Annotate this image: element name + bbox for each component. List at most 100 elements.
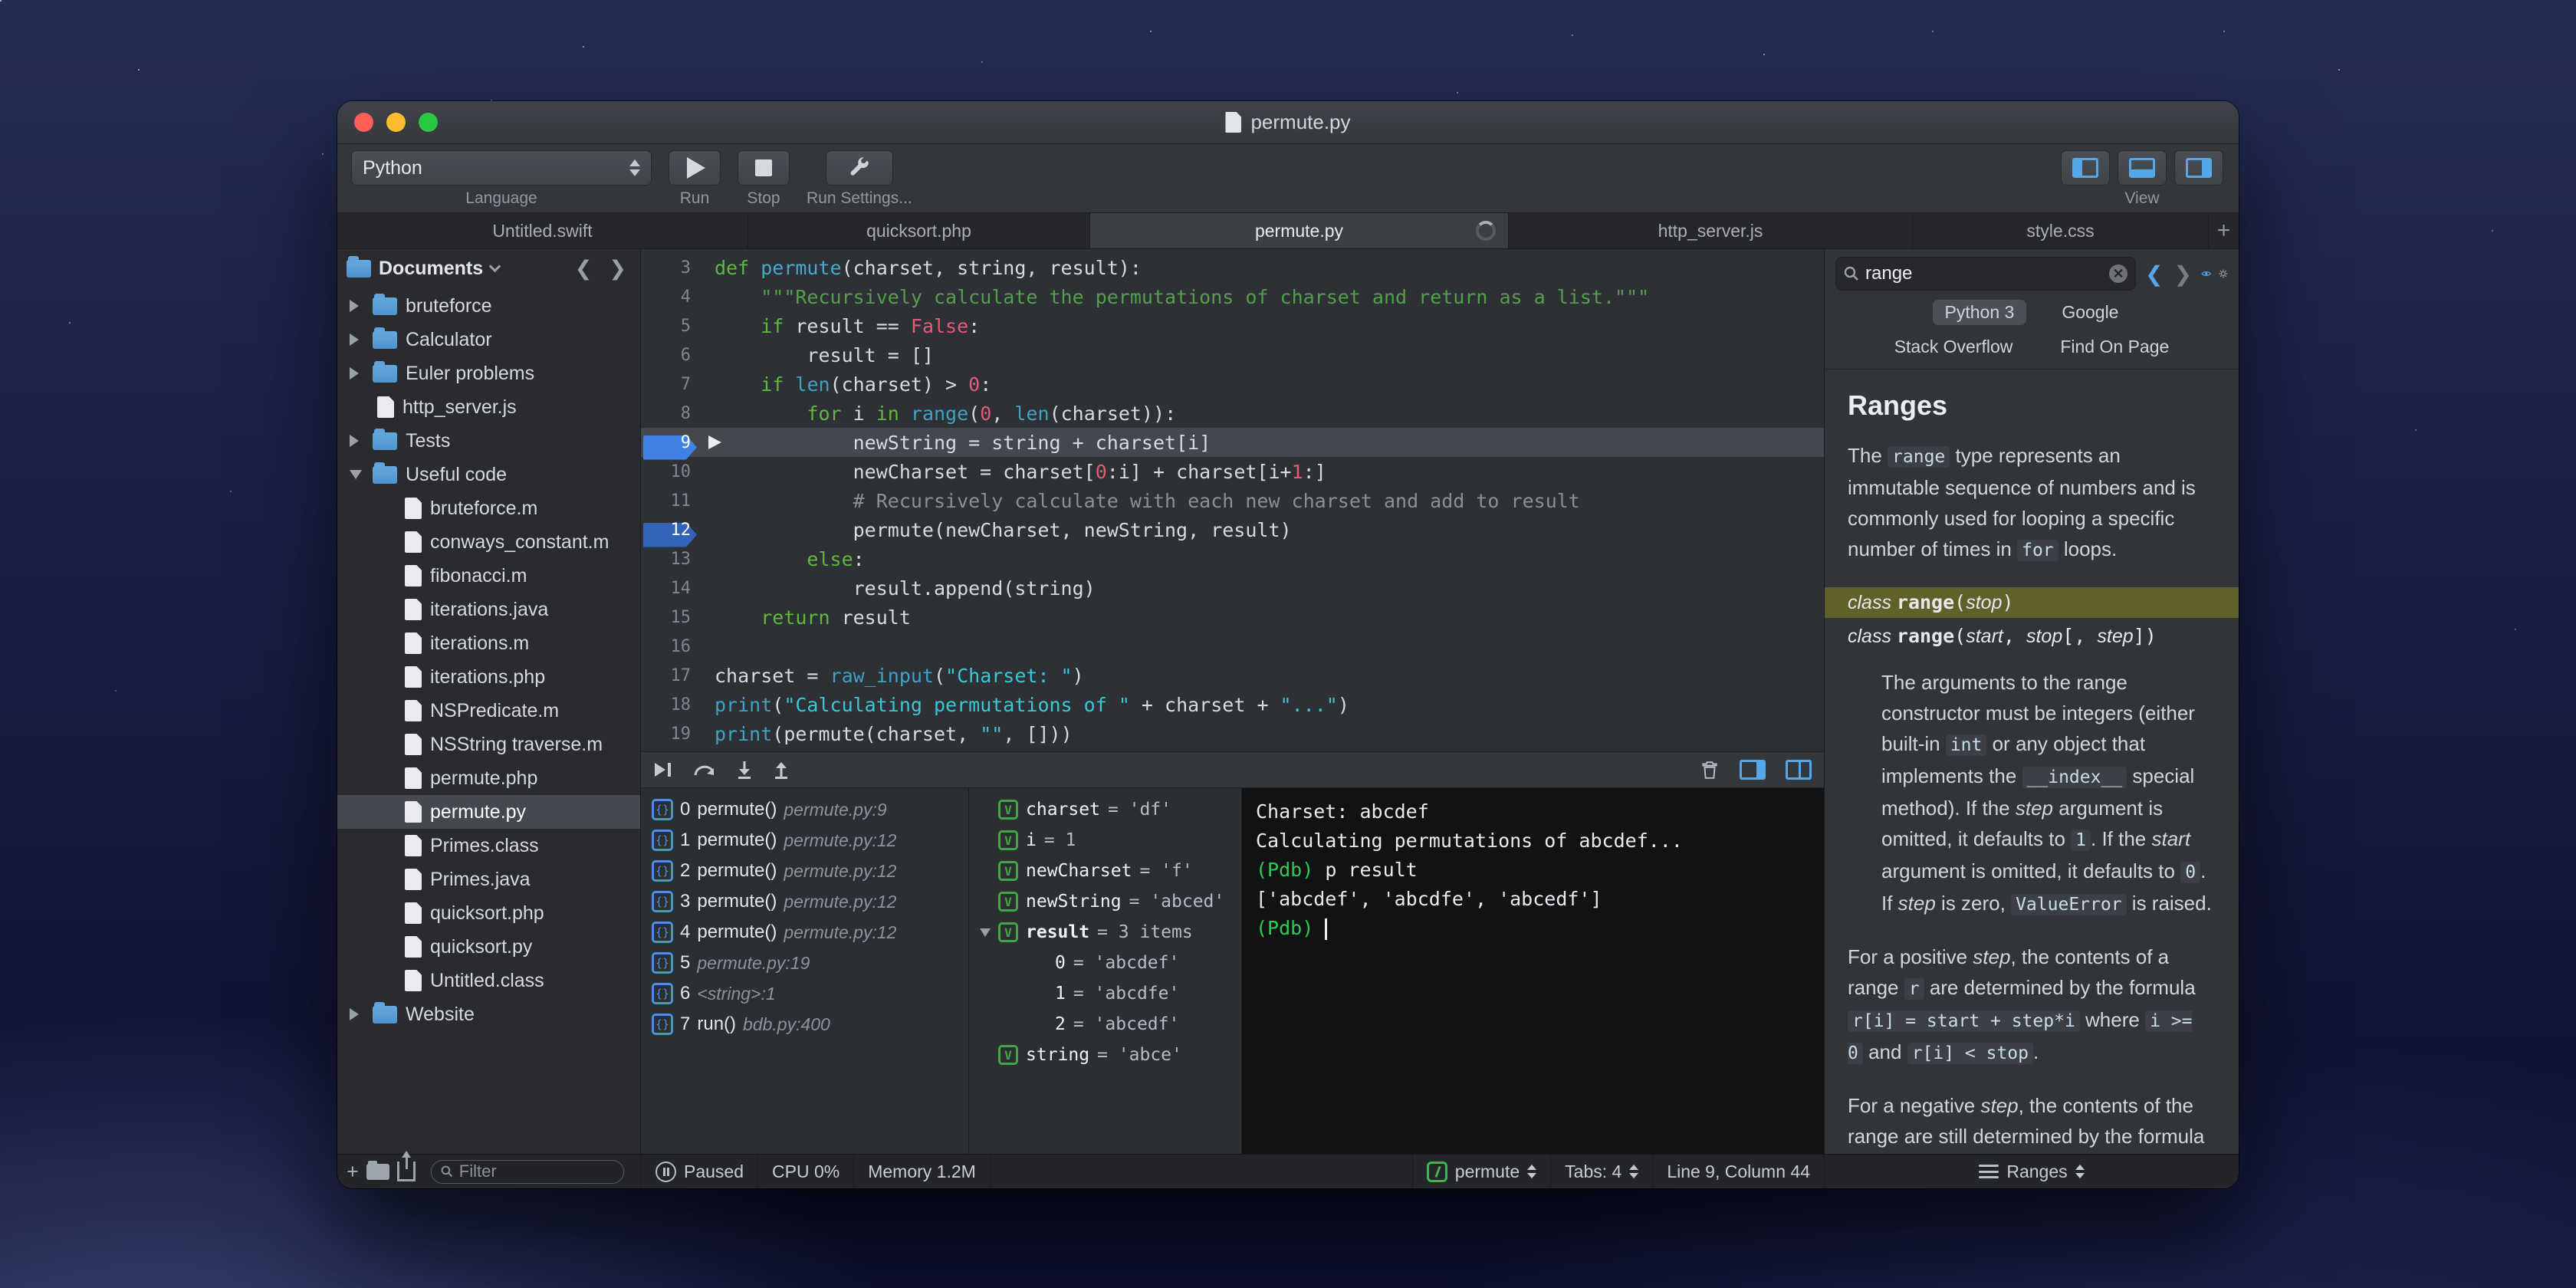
sidebar-item-quicksort.php[interactable]: quicksort.php xyxy=(337,896,640,930)
docs-back-button[interactable]: ❮ xyxy=(2144,261,2164,287)
breakpoint-badge[interactable]: 12 xyxy=(641,521,702,540)
sidebar-back-button[interactable]: ❮ xyxy=(570,257,597,281)
docs-source-Find On Page[interactable]: Find On Page xyxy=(2048,334,2181,360)
sidebar-item-Calculator[interactable]: Calculator xyxy=(337,323,640,356)
stack-frame-7[interactable]: {} 7 run() bdb.py:400 xyxy=(641,1009,968,1040)
stack-frame-4[interactable]: {} 4 permute() permute.py:12 xyxy=(641,917,968,948)
line-number[interactable]: 18 xyxy=(641,695,702,715)
variable-i[interactable]: Vi = 1 xyxy=(969,825,1241,856)
variable-0[interactable]: 0 = 'abcdef' xyxy=(969,948,1241,978)
code-line-19[interactable]: 19 print(permute(charset, "", [])) xyxy=(641,719,1824,748)
line-number[interactable]: 16 xyxy=(641,637,702,656)
step-into-button[interactable] xyxy=(736,761,753,779)
stack-frame-0[interactable]: {} 0 permute() permute.py:9 xyxy=(641,794,968,825)
sidebar-item-bruteforce[interactable]: bruteforce xyxy=(337,289,640,323)
tabs-setting-dropdown[interactable]: Tabs: 4 xyxy=(1550,1155,1652,1188)
console-output[interactable]: Charset: abcdef Calculating permutations … xyxy=(1242,788,1824,1154)
disclosure-triangle-icon[interactable] xyxy=(350,334,373,346)
code-line-10[interactable]: 10 newCharset = charset[0:i] + charset[i… xyxy=(641,457,1824,486)
code-line-16[interactable]: 16 xyxy=(641,632,1824,661)
code-line-4[interactable]: 4 """Recursively calculate the permutati… xyxy=(641,282,1824,311)
sidebar-item-Useful code[interactable]: Useful code xyxy=(337,458,640,491)
line-number[interactable]: 8 xyxy=(641,404,702,423)
tab-Untitled.swift[interactable]: Untitled.swift xyxy=(337,213,748,248)
close-button[interactable] xyxy=(354,113,373,132)
stack-frame-1[interactable]: {} 1 permute() permute.py:12 xyxy=(641,825,968,856)
tab-style.css[interactable]: style.css xyxy=(1913,213,2209,248)
console-layout-split-button[interactable] xyxy=(1786,760,1812,780)
disclosure-triangle-icon[interactable] xyxy=(350,367,373,380)
line-number[interactable]: 11 xyxy=(641,491,702,511)
sidebar-forward-button[interactable]: ❯ xyxy=(604,257,631,281)
docs-content[interactable]: Ranges The range type represents an immu… xyxy=(1825,370,2239,1154)
sidebar-item-quicksort.py[interactable]: quicksort.py xyxy=(337,930,640,964)
line-number[interactable]: 6 xyxy=(641,346,702,365)
stack-frame-5[interactable]: {} 5 permute.py:19 xyxy=(641,948,968,978)
line-number[interactable]: 19 xyxy=(641,724,702,744)
title-bar[interactable]: permute.py xyxy=(337,101,2239,144)
variable-2[interactable]: 2 = 'abcedf' xyxy=(969,1009,1241,1040)
variable-newString[interactable]: VnewString = 'abced' xyxy=(969,886,1241,917)
variable-newCharset[interactable]: VnewCharset = 'f' xyxy=(969,856,1241,886)
continue-button[interactable] xyxy=(653,761,673,778)
tab-http_server.js[interactable]: http_server.js xyxy=(1509,213,1913,248)
view-toggle-console-button[interactable] xyxy=(2118,150,2167,186)
tab-quicksort.php[interactable]: quicksort.php xyxy=(748,213,1090,248)
variable-charset[interactable]: Vcharset = 'df' xyxy=(969,794,1241,825)
run-settings-button[interactable] xyxy=(825,150,893,186)
stack-frame-6[interactable]: {} 6 <string>:1 xyxy=(641,978,968,1009)
sidebar-item-bruteforce.m[interactable]: bruteforce.m xyxy=(337,491,640,525)
docs-search-input[interactable] xyxy=(1865,263,2103,284)
sidebar-item-iterations.java[interactable]: iterations.java xyxy=(337,593,640,626)
disclosure-triangle-icon[interactable] xyxy=(350,1008,373,1020)
sidebar-item-iterations.m[interactable]: iterations.m xyxy=(337,626,640,660)
code-line-17[interactable]: 17 charset = raw_input("Charset: ") xyxy=(641,661,1824,690)
view-toggle-docs-button[interactable] xyxy=(2174,150,2223,186)
reader-eye-button[interactable] xyxy=(2201,265,2211,282)
line-number[interactable]: 10 xyxy=(641,462,702,481)
code-line-3[interactable]: 3 def permute(charset, string, result): xyxy=(641,253,1824,282)
docs-search-box[interactable]: ✕ xyxy=(1835,257,2136,291)
code-line-14[interactable]: 14 result.append(string) xyxy=(641,573,1824,603)
breakpoint-badge[interactable]: 9 xyxy=(641,433,702,452)
view-toggle-sidebar-button[interactable] xyxy=(2061,150,2110,186)
line-number[interactable]: 5 xyxy=(641,317,702,336)
code-line-11[interactable]: 11 # Recursively calculate with each new… xyxy=(641,486,1824,515)
minimize-button[interactable] xyxy=(386,113,406,132)
code-line-5[interactable]: 5 if result == False: xyxy=(641,311,1824,340)
docs-source-Python 3[interactable]: Python 3 xyxy=(1932,300,2027,325)
tab-permute.py[interactable]: permute.py xyxy=(1090,213,1509,248)
docs-nav-dropdown[interactable]: Ranges xyxy=(1824,1155,2239,1188)
sidebar-item-fibonacci.m[interactable]: fibonacci.m xyxy=(337,559,640,593)
disclosure-triangle-icon[interactable] xyxy=(350,470,373,479)
line-number[interactable]: 13 xyxy=(641,550,702,569)
sidebar-item-permute.py[interactable]: permute.py xyxy=(337,795,640,829)
sidebar-item-Tests[interactable]: Tests xyxy=(337,424,640,458)
console-layout-single-button[interactable] xyxy=(1740,760,1766,780)
code-line-18[interactable]: 18 print("Calculating permutations of " +… xyxy=(641,690,1824,719)
variable-string[interactable]: Vstring = 'abce' xyxy=(969,1040,1241,1070)
root-folder-dropdown[interactable]: Documents xyxy=(379,258,483,280)
language-dropdown[interactable]: Python xyxy=(351,150,652,186)
new-folder-button[interactable] xyxy=(366,1160,389,1180)
run-button[interactable] xyxy=(669,150,721,186)
code-line-13[interactable]: 13 else: xyxy=(641,544,1824,573)
sidebar-item-Primes.class[interactable]: Primes.class xyxy=(337,829,640,863)
line-number[interactable]: 17 xyxy=(641,666,702,685)
sidebar-item-Untitled.class[interactable]: Untitled.class xyxy=(337,964,640,997)
sidebar-item-http_server.js[interactable]: http_server.js xyxy=(337,390,640,424)
stack-frame-3[interactable]: {} 3 permute() permute.py:12 xyxy=(641,886,968,917)
run-target-dropdown[interactable]: permute xyxy=(1411,1155,1550,1188)
clear-search-icon[interactable]: ✕ xyxy=(2109,264,2128,283)
sidebar-item-Euler problems[interactable]: Euler problems xyxy=(337,356,640,390)
stack-frame-2[interactable]: {} 2 permute() permute.py:12 xyxy=(641,856,968,886)
share-button[interactable] xyxy=(396,1151,416,1181)
line-number[interactable]: 7 xyxy=(641,375,702,394)
line-number[interactable]: 4 xyxy=(641,288,702,307)
clear-console-button[interactable] xyxy=(1700,760,1720,780)
disclosure-triangle-icon[interactable] xyxy=(350,435,373,447)
code-editor[interactable]: 3 def permute(charset, string, result): 4 … xyxy=(641,249,1824,751)
line-number[interactable]: 15 xyxy=(641,608,702,627)
new-tab-button[interactable]: + xyxy=(2209,213,2239,248)
code-line-8[interactable]: 8 for i in range(0, len(charset)): xyxy=(641,399,1824,428)
